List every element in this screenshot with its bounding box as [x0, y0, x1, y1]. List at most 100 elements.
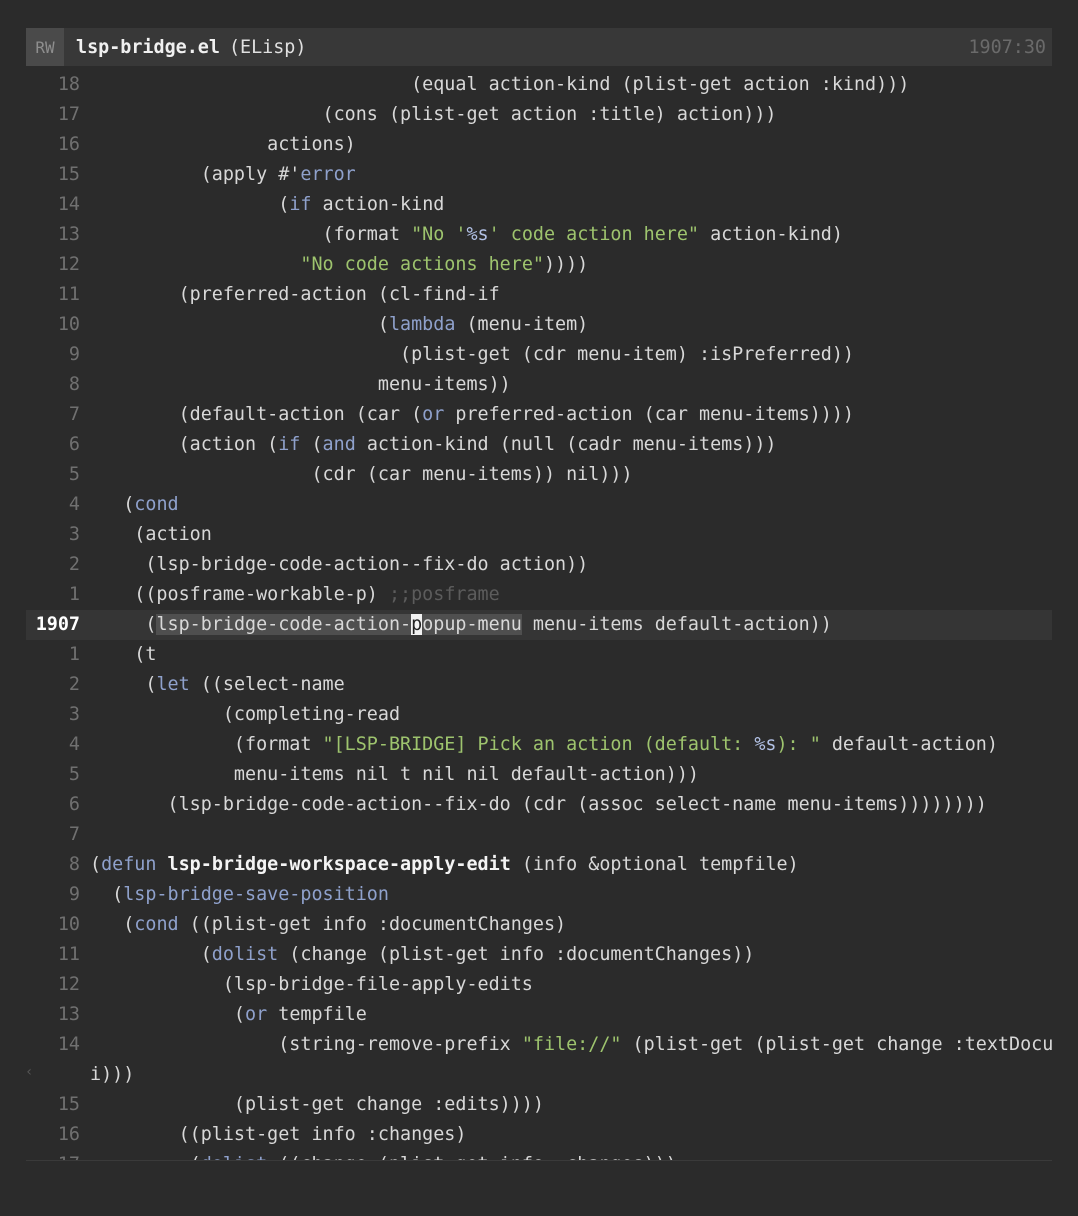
code-text[interactable]: (dolist (change (plist-get info :documen… — [90, 940, 1052, 970]
code-text[interactable]: ((plist-get info :changes) — [90, 1120, 1052, 1150]
code-token: ( — [90, 914, 135, 935]
code-line[interactable]: 18 (equal action-kind (plist-get action … — [26, 70, 1052, 100]
code-text[interactable]: (lsp-bridge-save-position — [90, 880, 1052, 910]
code-line[interactable]: 16 actions) — [26, 130, 1052, 160]
code-line[interactable]: 14 (if action-kind — [26, 190, 1052, 220]
code-line[interactable]: 11 (dolist (change (plist-get info :docu… — [26, 940, 1052, 970]
code-text[interactable]: menu-items)) — [90, 370, 1052, 400]
code-line[interactable]: 15 (plist-get change :edits)))) — [26, 1090, 1052, 1120]
code-text[interactable]: (default-action (car (or preferred-actio… — [90, 400, 1052, 430]
code-text[interactable]: (if action-kind — [90, 190, 1052, 220]
code-text[interactable]: (plist-get (cdr menu-item) :isPreferred)… — [90, 340, 1052, 370]
code-text[interactable]: actions) — [90, 130, 1052, 160]
code-text[interactable]: (plist-get change :edits)))) — [90, 1090, 1052, 1120]
code-token: action-kind (null (cadr menu-items))) — [355, 434, 777, 455]
code-text[interactable]: (cdr (car menu-items)) nil))) — [90, 460, 1052, 490]
read-write-status[interactable]: RW — [26, 28, 64, 66]
code-line[interactable]: i))) — [26, 1060, 1052, 1090]
code-text[interactable]: (cond — [90, 490, 1052, 520]
code-line[interactable]: 7 (default-action (car (or preferred-act… — [26, 400, 1052, 430]
code-line[interactable]: 16 ((plist-get info :changes) — [26, 1120, 1052, 1150]
code-token: (format — [90, 224, 412, 245]
code-line[interactable]: 6 (lsp-bridge-code-action--fix-do (cdr (… — [26, 790, 1052, 820]
code-line[interactable]: 3 (action — [26, 520, 1052, 550]
line-number: 10 — [57, 314, 80, 335]
code-line[interactable]: 5 menu-items nil t nil nil default-actio… — [26, 760, 1052, 790]
code-token: i))) — [90, 1064, 135, 1085]
current-code-line[interactable]: 1907 (lsp-bridge-code-action-popup-menu … — [26, 610, 1052, 640]
code-line[interactable]: 15 (apply #'error — [26, 160, 1052, 190]
code-text[interactable]: (let ((select-name — [90, 670, 1052, 700]
code-text[interactable]: (cons (plist-get action :title) action))… — [90, 100, 1052, 130]
code-line[interactable]: 13 (or tempfile — [26, 1000, 1052, 1030]
code-line[interactable]: 1 ((posframe-workable-p) ;;posframe — [26, 580, 1052, 610]
code-line[interactable]: 8 (defun lsp-bridge-workspace-apply-edit … — [26, 850, 1052, 880]
code-token: (equal action-kind (plist-get action :ki… — [90, 74, 910, 95]
string-token: "file://" — [521, 1034, 622, 1055]
code-text[interactable]: ((posframe-workable-p) ;;posframe — [90, 580, 1052, 610]
code-text[interactable]: (or tempfile — [90, 1000, 1052, 1030]
code-line[interactable]: 7 — [26, 820, 1052, 850]
code-text[interactable]: (dolist ((change (plist-get info :change… — [90, 1150, 1052, 1160]
code-line[interactable]: 2 (let ((select-name — [26, 670, 1052, 700]
code-text[interactable]: (completing-read — [90, 700, 1052, 730]
code-text[interactable]: "No code actions here")))) — [90, 250, 1052, 280]
code-line[interactable]: 9 (lsp-bridge-save-position — [26, 880, 1052, 910]
code-token: (cdr (car menu-items)) nil))) — [90, 464, 633, 485]
code-text[interactable]: i))) — [90, 1060, 1052, 1090]
cursor-position: 1907:30 — [968, 36, 1046, 58]
code-token: (completing-read — [90, 704, 401, 725]
code-line[interactable]: 14 (string-remove-prefix "file://" (plis… — [26, 1030, 1052, 1060]
code-line[interactable]: 11 (preferred-action (cl-find-if — [26, 280, 1052, 310]
code-line[interactable]: 12 "No code actions here")))) — [26, 250, 1052, 280]
code-line[interactable]: 17 (dolist ((change (plist-get info :cha… — [26, 1150, 1052, 1160]
code-token: (lsp-bridge-file-apply-edits — [90, 974, 533, 995]
code-line[interactable]: 2 (lsp-bridge-code-action--fix-do action… — [26, 550, 1052, 580]
code-line[interactable]: 12 (lsp-bridge-file-apply-edits — [26, 970, 1052, 1000]
code-line[interactable]: 4 (cond — [26, 490, 1052, 520]
code-text[interactable]: (equal action-kind (plist-get action :ki… — [90, 70, 1052, 100]
code-line[interactable]: 4 (format "[LSP-BRIDGE] Pick an action (… — [26, 730, 1052, 760]
code-line[interactable]: 17 (cons (plist-get action :title) actio… — [26, 100, 1052, 130]
line-number: 7 — [68, 824, 80, 845]
code-line[interactable]: 5 (cdr (car menu-items)) nil))) — [26, 460, 1052, 490]
code-text[interactable]: menu-items nil t nil nil default-action)… — [90, 760, 1052, 790]
code-text[interactable]: (lsp-bridge-code-action-popup-menu menu-… — [90, 610, 1052, 640]
code-text[interactable]: (lambda (menu-item) — [90, 310, 1052, 340]
code-line[interactable]: 13 (format "No '%s' code action here" ac… — [26, 220, 1052, 250]
code-text[interactable]: (format "No '%s' code action here" actio… — [90, 220, 1052, 250]
code-line[interactable]: 1 (t — [26, 640, 1052, 670]
code-text[interactable]: (defun lsp-bridge-workspace-apply-edit (… — [90, 850, 1052, 880]
code-text[interactable]: (string-remove-prefix "file://" (plist-g… — [90, 1030, 1052, 1060]
line-number: 1 — [68, 584, 80, 605]
line-number: 17 — [26, 1150, 80, 1160]
code-text[interactable]: (action — [90, 520, 1052, 550]
code-text[interactable]: (lsp-bridge-code-action--fix-do action)) — [90, 550, 1052, 580]
code-line[interactable]: 8 menu-items)) — [26, 370, 1052, 400]
code-text[interactable]: (format "[LSP-BRIDGE] Pick an action (de… — [90, 730, 1052, 760]
code-line[interactable]: 3 (completing-read — [26, 700, 1052, 730]
keyword-token: if — [289, 194, 312, 215]
code-token: (string-remove-prefix — [90, 1034, 522, 1055]
code-text[interactable]: (t — [90, 640, 1052, 670]
code-token: menu-items default-action)) — [521, 614, 832, 635]
code-text[interactable]: (action (if (and action-kind (null (cadr… — [90, 430, 1052, 460]
code-token: (plist-get change :edits)))) — [90, 1094, 544, 1115]
code-text[interactable]: (lsp-bridge-code-action--fix-do (cdr (as… — [90, 790, 1052, 820]
code-line[interactable]: 10 (lambda (menu-item) — [26, 310, 1052, 340]
code-token: default-action) — [820, 734, 998, 755]
code-text[interactable]: (apply #'error — [90, 160, 1052, 190]
line-number: 9 — [68, 344, 80, 365]
code-line[interactable]: 6 (action (if (and action-kind (null (ca… — [26, 430, 1052, 460]
code-token: ( — [90, 494, 135, 515]
line-number: 10 — [57, 914, 80, 935]
code-editor[interactable]: 18 (equal action-kind (plist-get action … — [26, 70, 1052, 1160]
code-line[interactable]: 9 (plist-get (cdr menu-item) :isPreferre… — [26, 340, 1052, 370]
code-text[interactable]: (lsp-bridge-file-apply-edits — [90, 970, 1052, 1000]
code-line[interactable]: 10 (cond ((plist-get info :documentChang… — [26, 910, 1052, 940]
code-text[interactable]: (preferred-action (cl-find-if — [90, 280, 1052, 310]
line-number: 14 — [57, 194, 80, 215]
code-text[interactable]: (cond ((plist-get info :documentChanges) — [90, 910, 1052, 940]
code-token: ( — [90, 194, 290, 215]
